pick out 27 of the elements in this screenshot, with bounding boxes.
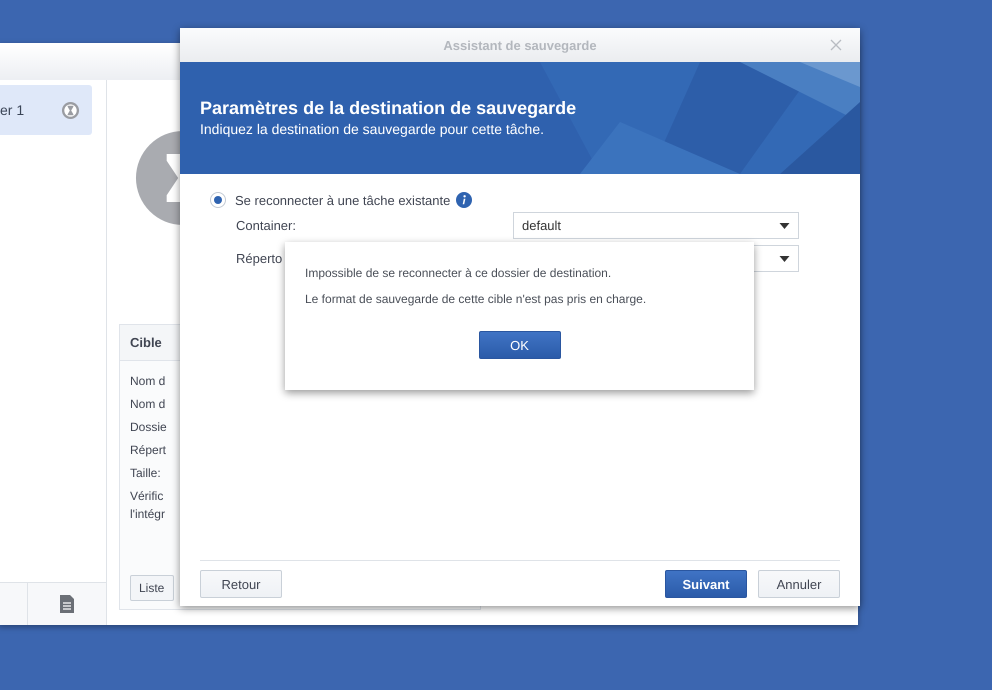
hourglass-icon xyxy=(61,100,80,120)
field-label: Taille: xyxy=(130,465,162,482)
list-button[interactable]: Liste xyxy=(130,575,174,601)
field-label: Vérific l'intégr xyxy=(130,488,166,523)
info-icon[interactable] xyxy=(456,192,472,208)
alert-message: Impossible de se reconnecter à ce dossier de destination. xyxy=(305,266,612,280)
field-label: Nom d xyxy=(130,373,166,390)
secondary-button[interactable]: Annuler xyxy=(758,570,840,598)
page-subheading: Indiquez la destination de sauvegarde pour cette tâche. xyxy=(200,121,546,137)
next-button[interactable]: Suivant xyxy=(665,570,747,598)
field-label: Nom d xyxy=(130,396,166,413)
radio-button[interactable] xyxy=(210,192,226,208)
alert-message: Le format de sauvegarde de cette cible n'est pas pris en charge. xyxy=(305,292,648,306)
field-label: Réperto xyxy=(236,251,284,266)
dropdown-field[interactable]: default xyxy=(513,212,799,239)
ok-button[interactable]: OK xyxy=(478,331,560,359)
page-heading: Paramètres de la destination de sauvegarde xyxy=(200,98,578,119)
secondary-button[interactable]: Retour xyxy=(200,570,282,598)
field-label: Container: xyxy=(236,218,297,233)
option-label: Se reconnecter à une tâche existante xyxy=(235,192,450,208)
caret-icon xyxy=(779,256,790,262)
sidebar-item[interactable]: er 1 xyxy=(0,85,92,135)
window-title: Assistant de sauvegarde xyxy=(443,38,597,52)
field-label: Dossie xyxy=(130,419,168,436)
field-label: Répert xyxy=(130,442,168,459)
caret-icon xyxy=(779,222,790,228)
document-icon[interactable] xyxy=(59,594,75,614)
